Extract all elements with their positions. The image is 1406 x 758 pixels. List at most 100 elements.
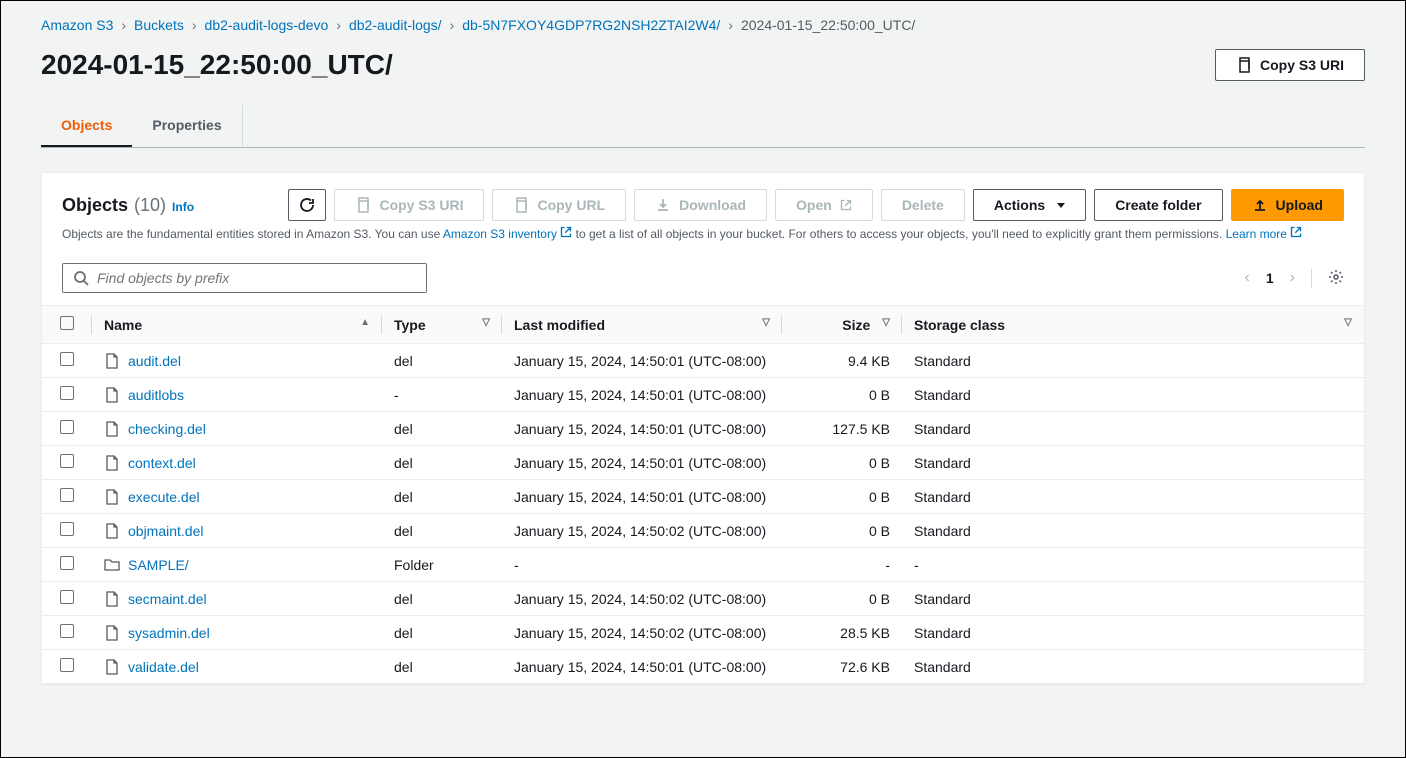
upload-text: Upload xyxy=(1276,197,1323,213)
table-row: context.del delJanuary 15, 2024, 14:50:01… xyxy=(42,446,1364,480)
learn-more-link[interactable]: Learn more xyxy=(1226,227,1303,241)
desc-mid: to get a list of all objects in your buc… xyxy=(572,227,1225,241)
type-cell: del xyxy=(382,344,502,378)
type-cell: del xyxy=(382,446,502,480)
actions-button[interactable]: Actions xyxy=(973,189,1086,221)
row-checkbox[interactable] xyxy=(60,522,74,536)
breadcrumb-item[interactable]: Amazon S3 xyxy=(41,17,113,33)
object-link[interactable]: objmaint.del xyxy=(128,523,204,539)
tab-objects[interactable]: Objects xyxy=(41,105,132,147)
modified-cell: January 15, 2024, 14:50:02 (UTC-08:00) xyxy=(502,582,782,616)
object-link[interactable]: secmaint.del xyxy=(128,591,207,607)
size-cell: 0 B xyxy=(782,446,902,480)
sort-icon: ▽ xyxy=(1344,317,1352,328)
modified-cell: January 15, 2024, 14:50:01 (UTC-08:00) xyxy=(502,344,782,378)
size-cell: 0 B xyxy=(782,378,902,412)
row-checkbox[interactable] xyxy=(60,420,74,434)
page-number: 1 xyxy=(1266,270,1274,286)
file-icon xyxy=(104,421,120,437)
breadcrumb-item[interactable]: Buckets xyxy=(134,17,184,33)
size-cell: 9.4 KB xyxy=(782,344,902,378)
type-cell: del xyxy=(382,650,502,684)
size-cell: 0 B xyxy=(782,480,902,514)
search-input[interactable] xyxy=(97,270,416,286)
copy-url-button[interactable]: Copy URL xyxy=(492,189,626,221)
create-folder-button[interactable]: Create folder xyxy=(1094,189,1222,221)
col-size-text: Size xyxy=(842,317,870,333)
col-type-text: Type xyxy=(394,317,426,333)
modified-cell: January 15, 2024, 14:50:01 (UTC-08:00) xyxy=(502,446,782,480)
copy-s3-uri-text: Copy S3 URI xyxy=(379,197,463,213)
tab-properties[interactable]: Properties xyxy=(132,105,242,147)
info-link[interactable]: Info xyxy=(172,200,194,214)
table-row: checking.deldelJanuary 15, 2024, 14:50:0… xyxy=(42,412,1364,446)
table-row: execute.deldelJanuary 15, 2024, 14:50:01… xyxy=(42,480,1364,514)
file-icon xyxy=(104,591,120,607)
pagination: ‹ 1 › xyxy=(1245,269,1344,288)
table-row: SAMPLE/Folder--- xyxy=(42,548,1364,582)
col-modified[interactable]: Last modified▽ xyxy=(502,306,782,344)
row-checkbox[interactable] xyxy=(60,454,74,468)
table-row: auditlobs-January 15, 2024, 14:50:01 (UT… xyxy=(42,378,1364,412)
download-icon xyxy=(655,197,671,213)
page-title: 2024-01-15_22:50:00_UTC/ xyxy=(41,49,393,81)
breadcrumb-item[interactable]: db-5N7FXOY4GDP7RG2NSH2ZTAI2W4/ xyxy=(462,17,720,33)
object-link[interactable]: audit.del xyxy=(128,353,181,369)
object-link[interactable]: context.del xyxy=(128,455,196,471)
next-page[interactable]: › xyxy=(1290,269,1295,287)
create-folder-text: Create folder xyxy=(1115,197,1201,213)
row-checkbox[interactable] xyxy=(60,352,74,366)
chevron-down-icon xyxy=(1057,203,1065,208)
col-size[interactable]: Size▽ xyxy=(782,306,902,344)
row-checkbox[interactable] xyxy=(60,590,74,604)
select-all-checkbox[interactable] xyxy=(60,316,74,330)
col-modified-text: Last modified xyxy=(514,317,605,333)
col-name[interactable]: Name▲ xyxy=(92,306,382,344)
row-checkbox[interactable] xyxy=(60,556,74,570)
breadcrumb-item: 2024-01-15_22:50:00_UTC/ xyxy=(741,17,915,33)
inventory-link[interactable]: Amazon S3 inventory xyxy=(443,227,572,241)
settings-button[interactable] xyxy=(1311,269,1344,288)
prev-page[interactable]: ‹ xyxy=(1245,269,1250,287)
breadcrumb-item[interactable]: db2-audit-logs-devo xyxy=(205,17,329,33)
gear-icon xyxy=(1328,269,1344,285)
breadcrumb-separator: › xyxy=(336,17,341,33)
object-link[interactable]: sysadmin.del xyxy=(128,625,210,641)
storage-cell: Standard xyxy=(902,514,1364,548)
size-cell: 72.6 KB xyxy=(782,650,902,684)
search-box[interactable] xyxy=(62,263,427,293)
panel-title-text: Objects xyxy=(62,195,128,216)
upload-button[interactable]: Upload xyxy=(1231,189,1344,221)
sort-icon: ▽ xyxy=(482,317,490,328)
col-type[interactable]: Type ▽ xyxy=(382,306,502,344)
delete-button[interactable]: Delete xyxy=(881,189,965,221)
object-link[interactable]: checking.del xyxy=(128,421,206,437)
inventory-link-text: Amazon S3 inventory xyxy=(443,227,557,241)
row-checkbox[interactable] xyxy=(60,658,74,672)
storage-cell: Standard xyxy=(902,344,1364,378)
copy-url-text: Copy URL xyxy=(537,197,605,213)
breadcrumb: Amazon S3›Buckets›db2-audit-logs-devo›db… xyxy=(41,17,1365,33)
open-button[interactable]: Open xyxy=(775,189,873,221)
object-link[interactable]: SAMPLE/ xyxy=(128,557,189,573)
object-link[interactable]: validate.del xyxy=(128,659,199,675)
external-icon xyxy=(560,226,572,238)
object-link[interactable]: execute.del xyxy=(128,489,200,505)
download-text: Download xyxy=(679,197,746,213)
table-row: validate.deldelJanuary 15, 2024, 14:50:0… xyxy=(42,650,1364,684)
object-count: (10) xyxy=(134,195,166,216)
storage-cell: Standard xyxy=(902,582,1364,616)
storage-cell: - xyxy=(902,548,1364,582)
file-icon xyxy=(104,659,120,675)
row-checkbox[interactable] xyxy=(60,624,74,638)
col-storage[interactable]: Storage class▽ xyxy=(902,306,1364,344)
refresh-button[interactable] xyxy=(288,189,326,221)
object-link[interactable]: auditlobs xyxy=(128,387,184,403)
download-button[interactable]: Download xyxy=(634,189,767,221)
row-checkbox[interactable] xyxy=(60,386,74,400)
breadcrumb-item[interactable]: db2-audit-logs/ xyxy=(349,17,442,33)
row-checkbox[interactable] xyxy=(60,488,74,502)
copy-s3-uri-button[interactable]: Copy S3 URI xyxy=(334,189,484,221)
copy-s3-uri-header-button[interactable]: Copy S3 URI xyxy=(1215,49,1365,81)
breadcrumb-separator: › xyxy=(121,17,126,33)
